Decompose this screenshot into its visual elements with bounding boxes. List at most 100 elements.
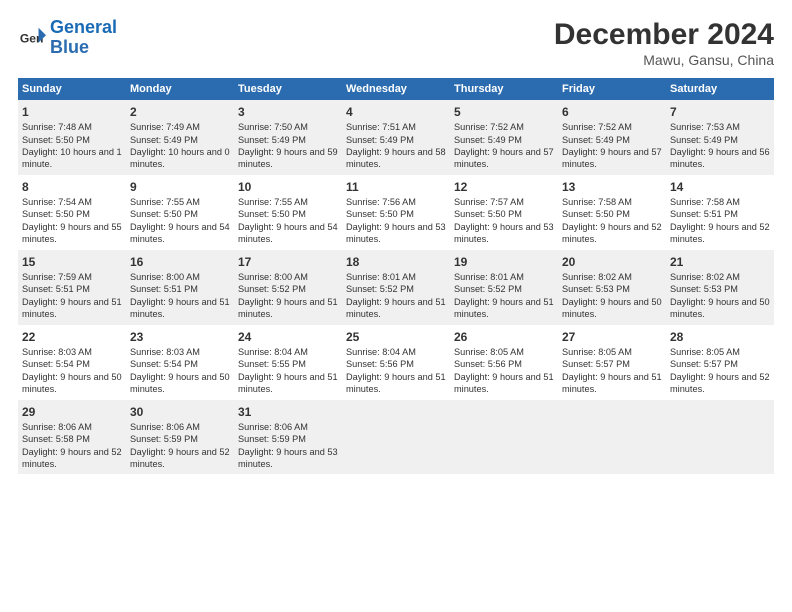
day-cell: 25Sunrise: 8:04 AMSunset: 5:56 PMDayligh… [342, 325, 450, 400]
sunrise-text: Sunrise: 8:00 AM [238, 272, 308, 282]
day-number: 31 [238, 404, 338, 420]
calendar-table: SundayMondayTuesdayWednesdayThursdayFrid… [18, 78, 774, 474]
col-header-thursday: Thursday [450, 78, 558, 100]
day-cell: 15 Sunrise: 7:59 AM Sunset: 5:51 PM Dayligh… [18, 250, 126, 325]
day-number: 7 [670, 104, 770, 120]
day-cell: 23Sunrise: 8:03 AMSunset: 5:54 PMDayligh… [126, 325, 234, 400]
sunrise-text: Sunrise: 7:54 AM [22, 197, 92, 207]
daylight-text: Daylight: 9 hours and 51 minutes. [238, 297, 338, 319]
day-cell: 27Sunrise: 8:05 AMSunset: 5:57 PMDayligh… [558, 325, 666, 400]
sunrise-text: Sunrise: 8:01 AM [454, 272, 524, 282]
sunrise-text: Sunrise: 7:51 AM [346, 122, 416, 132]
day-cell: 19Sunrise: 8:01 AMSunset: 5:52 PMDayligh… [450, 250, 558, 325]
logo-line2: Blue [50, 38, 117, 58]
daylight-text: Daylight: 9 hours and 51 minutes. [22, 297, 122, 319]
day-number: 15 [22, 254, 122, 270]
header-row: SundayMondayTuesdayWednesdayThursdayFrid… [18, 78, 774, 100]
sunrise-text: Sunrise: 7:58 AM [670, 197, 740, 207]
logo-icon: Gen [18, 24, 46, 52]
day-cell: 9Sunrise: 7:55 AMSunset: 5:50 PMDaylight… [126, 175, 234, 250]
col-header-saturday: Saturday [666, 78, 774, 100]
day-cell: 3Sunrise: 7:50 AMSunset: 5:49 PMDaylight… [234, 100, 342, 175]
sunset-text: Sunset: 5:54 PM [130, 359, 198, 369]
sunrise-text: Sunrise: 8:05 AM [454, 347, 524, 357]
day-number: 18 [346, 254, 446, 270]
sunrise-text: Sunrise: 8:02 AM [562, 272, 632, 282]
sunrise-text: Sunrise: 7:55 AM [238, 197, 308, 207]
daylight-text: Daylight: 9 hours and 53 minutes. [238, 447, 338, 469]
sunrise-text: Sunrise: 7:59 AM [22, 272, 92, 282]
daylight-text: Daylight: 9 hours and 52 minutes. [670, 222, 770, 244]
day-number: 12 [454, 179, 554, 195]
sunrise-text: Sunrise: 8:03 AM [22, 347, 92, 357]
sunset-text: Sunset: 5:49 PM [562, 135, 630, 145]
day-cell: 10Sunrise: 7:55 AMSunset: 5:50 PMDayligh… [234, 175, 342, 250]
day-number: 29 [22, 404, 122, 420]
week-row-1: 1Sunrise: 7:48 AMSunset: 5:50 PMDaylight… [18, 100, 774, 175]
daylight-text: Daylight: 9 hours and 50 minutes. [670, 297, 770, 319]
sunset-text: Sunset: 5:56 PM [346, 359, 414, 369]
day-number: 8 [22, 179, 122, 195]
day-number: 16 [130, 254, 230, 270]
daylight-text: Daylight: 9 hours and 51 minutes. [238, 372, 338, 394]
sunset-text: Sunset: 5:55 PM [238, 359, 306, 369]
col-header-tuesday: Tuesday [234, 78, 342, 100]
daylight-text: Daylight: 9 hours and 57 minutes. [454, 147, 554, 169]
sunrise-text: Sunrise: 8:02 AM [670, 272, 740, 282]
col-header-monday: Monday [126, 78, 234, 100]
day-cell: 12Sunrise: 7:57 AMSunset: 5:50 PMDayligh… [450, 175, 558, 250]
day-cell [342, 400, 450, 475]
sunset-text: Sunset: 5:49 PM [238, 135, 306, 145]
day-number: 10 [238, 179, 338, 195]
sunset-text: Sunset: 5:53 PM [562, 284, 630, 294]
sunset-text: Sunset: 5:51 PM [670, 209, 738, 219]
col-header-sunday: Sunday [18, 78, 126, 100]
day-cell [558, 400, 666, 475]
page: Gen General Blue December 2024 Mawu, Gan… [0, 0, 792, 612]
day-cell: 5Sunrise: 7:52 AMSunset: 5:49 PMDaylight… [450, 100, 558, 175]
day-cell: 13Sunrise: 7:58 AMSunset: 5:50 PMDayligh… [558, 175, 666, 250]
day-cell: 4Sunrise: 7:51 AMSunset: 5:49 PMDaylight… [342, 100, 450, 175]
daylight-text: Daylight: 10 hours and 1 minute. [22, 147, 122, 169]
daylight-text: Daylight: 9 hours and 55 minutes. [22, 222, 122, 244]
day-cell: 24Sunrise: 8:04 AMSunset: 5:55 PMDayligh… [234, 325, 342, 400]
sunset-text: Sunset: 5:49 PM [130, 135, 198, 145]
sunrise-text: Sunrise: 8:06 AM [22, 422, 92, 432]
sunset-text: Sunset: 5:50 PM [346, 209, 414, 219]
sunset-text: Sunset: 5:52 PM [238, 284, 306, 294]
daylight-text: Daylight: 9 hours and 51 minutes. [130, 297, 230, 319]
day-number: 4 [346, 104, 446, 120]
day-number: 22 [22, 329, 122, 345]
day-cell: 17Sunrise: 8:00 AMSunset: 5:52 PMDayligh… [234, 250, 342, 325]
day-number: 28 [670, 329, 770, 345]
sunrise-text: Sunrise: 7:49 AM [130, 122, 200, 132]
sunrise-text: Sunrise: 7:52 AM [454, 122, 524, 132]
daylight-text: Daylight: 9 hours and 59 minutes. [238, 147, 338, 169]
header: Gen General Blue December 2024 Mawu, Gan… [18, 18, 774, 68]
day-number: 9 [130, 179, 230, 195]
sunset-text: Sunset: 5:51 PM [22, 284, 90, 294]
daylight-text: Daylight: 9 hours and 54 minutes. [130, 222, 230, 244]
daylight-text: Daylight: 9 hours and 51 minutes. [346, 372, 446, 394]
sunset-text: Sunset: 5:54 PM [22, 359, 90, 369]
day-number: 19 [454, 254, 554, 270]
daylight-text: Daylight: 9 hours and 51 minutes. [346, 297, 446, 319]
sunrise-text: Sunrise: 7:48 AM [22, 122, 92, 132]
daylight-text: Daylight: 9 hours and 52 minutes. [22, 447, 122, 469]
sunset-text: Sunset: 5:49 PM [454, 135, 522, 145]
daylight-text: Daylight: 9 hours and 51 minutes. [562, 372, 662, 394]
sunset-text: Sunset: 5:58 PM [22, 434, 90, 444]
col-header-wednesday: Wednesday [342, 78, 450, 100]
day-number: 14 [670, 179, 770, 195]
sunset-text: Sunset: 5:52 PM [454, 284, 522, 294]
daylight-text: Daylight: 9 hours and 57 minutes. [562, 147, 662, 169]
sunrise-text: Sunrise: 7:58 AM [562, 197, 632, 207]
sunset-text: Sunset: 5:57 PM [670, 359, 738, 369]
sunrise-text: Sunrise: 7:56 AM [346, 197, 416, 207]
sunset-text: Sunset: 5:50 PM [238, 209, 306, 219]
sunset-text: Sunset: 5:56 PM [454, 359, 522, 369]
day-number: 21 [670, 254, 770, 270]
daylight-text: Daylight: 9 hours and 52 minutes. [130, 447, 230, 469]
day-number: 24 [238, 329, 338, 345]
day-number: 27 [562, 329, 662, 345]
